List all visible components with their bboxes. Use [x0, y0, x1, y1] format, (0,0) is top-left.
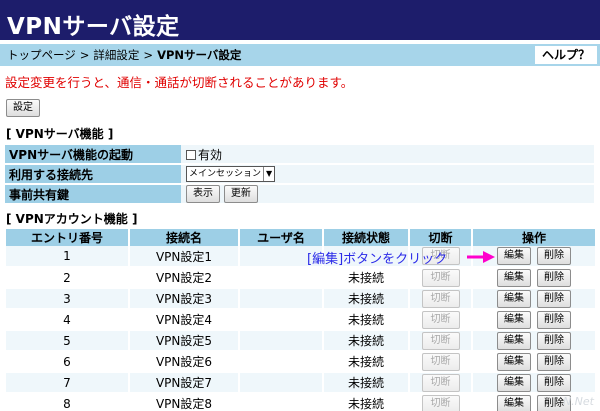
delete-button[interactable]: 削除 [537, 289, 571, 308]
status-cell: 未接続 [323, 372, 410, 394]
delete-button[interactable]: 削除 [537, 310, 571, 329]
status-cell: 未接続 [323, 288, 410, 310]
status-cell: 未接続 [323, 267, 410, 289]
breadcrumb-top[interactable]: トップページ [7, 48, 76, 62]
col-status: 接続状態 [323, 229, 410, 246]
col-user: ユーザ名 [239, 229, 324, 246]
cut-button[interactable]: 切断 [421, 310, 460, 329]
server-settings-table: VPNサーバ機能の起動 有効 利用する接続先 メインセッション ▼ 事前共有鍵 表… [5, 143, 594, 205]
cut-button[interactable]: 切断 [421, 394, 460, 411]
col-name: 接続名 [129, 229, 240, 246]
watermark: N.Net [562, 395, 594, 408]
cut-button[interactable]: 切断 [421, 289, 460, 308]
edit-button[interactable]: 編集 [497, 247, 531, 265]
entry-cell: 2 [6, 267, 130, 289]
delete-button[interactable]: 削除 [537, 352, 571, 371]
page-header: VPNサーバ設定 [0, 0, 600, 40]
warning-message: 設定変更を行うと、通信・通話が切断されることがあります。 [5, 75, 354, 90]
settings-button[interactable]: 設定 [6, 99, 40, 117]
entry-cell: 7 [6, 372, 130, 394]
cut-button[interactable]: 切断 [421, 352, 460, 371]
table-row: 3 VPN設定3 未接続 切断 編集 削除 [6, 288, 595, 310]
user-cell [239, 330, 324, 352]
name-cell: VPN設定8 [129, 393, 240, 411]
delete-button[interactable]: 削除 [537, 373, 571, 392]
edit-button[interactable]: 編集 [497, 394, 531, 411]
status-cell: 未接続 [323, 393, 410, 411]
breadcrumb: トップページ > 詳細設定 > VPNサーバ設定 [7, 48, 242, 62]
delete-button[interactable]: 削除 [537, 247, 571, 265]
entry-cell: 3 [6, 288, 130, 310]
account-table: エントリ番号 接続名 ユーザ名 接続状態 切断 操作 1 VPN設定1 切断 編集 削除… [6, 229, 595, 411]
edit-button[interactable]: 編集 [497, 289, 531, 308]
table-row: 5 VPN設定5 未接続 切断 編集 削除 [6, 330, 595, 352]
breadcrumb-current: VPNサーバ設定 [157, 48, 242, 62]
psk-show-button[interactable]: 表示 [186, 185, 220, 203]
psk-row: 事前共有鍵 表示 更新 [5, 185, 594, 203]
name-cell: VPN設定2 [129, 267, 240, 289]
name-cell: VPN設定3 [129, 288, 240, 310]
help-button[interactable]: ヘルプ？ [535, 46, 597, 64]
chevron-down-icon: ▼ [263, 167, 274, 181]
table-row: 1 VPN設定1 切断 編集 削除 [6, 246, 595, 268]
col-ops: 操作 [472, 229, 595, 246]
entry-cell: 8 [6, 393, 130, 411]
user-cell [239, 351, 324, 373]
col-entry: エントリ番号 [6, 229, 130, 246]
name-cell: VPN設定7 [129, 372, 240, 394]
name-cell: VPN設定5 [129, 330, 240, 352]
entry-cell: 6 [6, 351, 130, 373]
table-row: 4 VPN設定4 未接続 切断 編集 削除 [6, 309, 595, 331]
cut-button[interactable]: 切断 [421, 268, 460, 287]
enable-row: VPNサーバ機能の起動 有効 [5, 145, 594, 163]
delete-button[interactable]: 削除 [537, 268, 571, 287]
name-cell: VPN設定1 [129, 246, 240, 268]
col-cut: 切断 [409, 229, 473, 246]
entry-cell: 1 [6, 246, 130, 268]
connection-row: 利用する接続先 メインセッション ▼ [5, 165, 594, 183]
connection-select[interactable]: メインセッション ▼ [186, 166, 276, 182]
status-cell: 未接続 [323, 309, 410, 331]
user-cell [239, 393, 324, 411]
table-row: 7 VPN設定7 未接続 切断 編集 削除 [6, 372, 595, 394]
connection-label: 利用する接続先 [5, 165, 181, 183]
breadcrumb-bar: トップページ > 詳細設定 > VPNサーバ設定 ヘルプ？ [0, 44, 600, 66]
enable-label: VPNサーバ機能の起動 [5, 145, 181, 163]
account-section-title: [ VPNアカウント機能 ] [6, 212, 138, 226]
name-cell: VPN設定4 [129, 309, 240, 331]
annotation-text: [編集]ボタンをクリック [307, 252, 448, 267]
cut-button[interactable]: 切断 [421, 331, 460, 350]
cut-button[interactable]: 切断 [421, 373, 460, 392]
server-section-title: [ VPNサーバ機能 ] [6, 127, 114, 141]
edit-button[interactable]: 編集 [497, 373, 531, 392]
name-cell: VPN設定6 [129, 351, 240, 373]
edit-button[interactable]: 編集 [497, 331, 531, 350]
edit-button[interactable]: 編集 [497, 268, 531, 287]
status-cell: 未接続 [323, 330, 410, 352]
enable-checkbox-label: 有効 [198, 147, 223, 162]
entry-cell: 5 [6, 330, 130, 352]
edit-button[interactable]: 編集 [497, 310, 531, 329]
user-cell [239, 267, 324, 289]
enable-checkbox[interactable] [186, 149, 196, 160]
user-cell [239, 372, 324, 394]
table-row: 2 VPN設定2 未接続 切断 編集 削除 [6, 267, 595, 289]
breadcrumb-advanced[interactable]: 詳細設定 [93, 48, 139, 62]
edit-button[interactable]: 編集 [497, 352, 531, 371]
user-cell [239, 288, 324, 310]
annotation-arrow-icon [467, 251, 495, 263]
psk-label: 事前共有鍵 [5, 185, 181, 203]
table-row: 8 VPN設定8 未接続 切断 編集 削除 [6, 393, 595, 411]
page-title: VPNサーバ設定 [7, 14, 180, 40]
table-row: 6 VPN設定6 未接続 切断 編集 削除 [6, 351, 595, 373]
delete-button[interactable]: 削除 [537, 331, 571, 350]
status-cell: 未接続 [323, 351, 410, 373]
psk-update-button[interactable]: 更新 [223, 185, 258, 203]
entry-cell: 4 [6, 309, 130, 331]
user-cell [239, 309, 324, 331]
